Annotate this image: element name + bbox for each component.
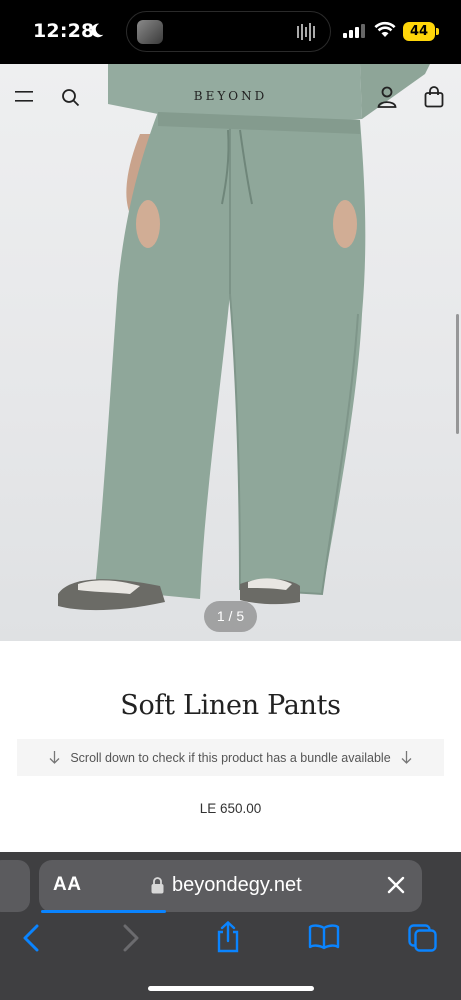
bundle-notice-text: Scroll down to check if this product has… xyxy=(70,750,391,765)
close-icon[interactable] xyxy=(387,876,405,894)
bookmarks-icon[interactable] xyxy=(308,924,340,950)
battery-indicator: 44 xyxy=(403,22,435,41)
dynamic-island[interactable] xyxy=(126,11,331,52)
product-price: LE 650.00 xyxy=(199,801,262,816)
moon-icon xyxy=(91,23,104,38)
now-playing-artwork xyxy=(137,20,163,44)
back-chevron-icon[interactable] xyxy=(22,924,40,952)
text-size-button[interactable]: AA xyxy=(53,874,81,896)
bundle-notice-banner[interactable]: Scroll down to check if this product has… xyxy=(17,739,444,776)
arrow-down-icon xyxy=(49,751,60,764)
product-photo xyxy=(58,64,430,611)
previous-tab-peek[interactable] xyxy=(0,860,30,912)
browser-chrome: AA beyondegy.net xyxy=(0,852,461,1000)
gallery-slide-counter: 1 / 5 xyxy=(204,601,257,632)
battery-tip xyxy=(436,28,439,35)
status-bar: 12:28 44 xyxy=(0,0,461,64)
browser-toolbar xyxy=(0,921,461,964)
product-title: Soft Linen Pants xyxy=(120,690,341,721)
home-indicator xyxy=(148,986,314,991)
url-text[interactable]: beyondegy.net xyxy=(172,874,302,897)
share-icon[interactable] xyxy=(215,921,241,953)
address-bar[interactable]: AA beyondegy.net xyxy=(39,860,422,912)
status-time: 12:28 xyxy=(33,20,95,42)
account-icon[interactable] xyxy=(377,86,397,108)
cellular-signal-icon xyxy=(343,24,365,38)
forward-chevron-icon[interactable] xyxy=(122,924,140,952)
audio-waveform-icon xyxy=(297,23,315,41)
site-header: BEYOND xyxy=(0,64,461,132)
shopping-bag-icon[interactable] xyxy=(424,86,444,108)
arrow-down-icon xyxy=(401,751,412,764)
wifi-icon xyxy=(374,21,396,37)
scroll-indicator[interactable] xyxy=(456,314,459,434)
product-image[interactable] xyxy=(0,64,461,641)
lock-icon xyxy=(151,877,164,894)
tabs-icon[interactable] xyxy=(408,924,438,952)
page-load-progress xyxy=(41,910,166,913)
